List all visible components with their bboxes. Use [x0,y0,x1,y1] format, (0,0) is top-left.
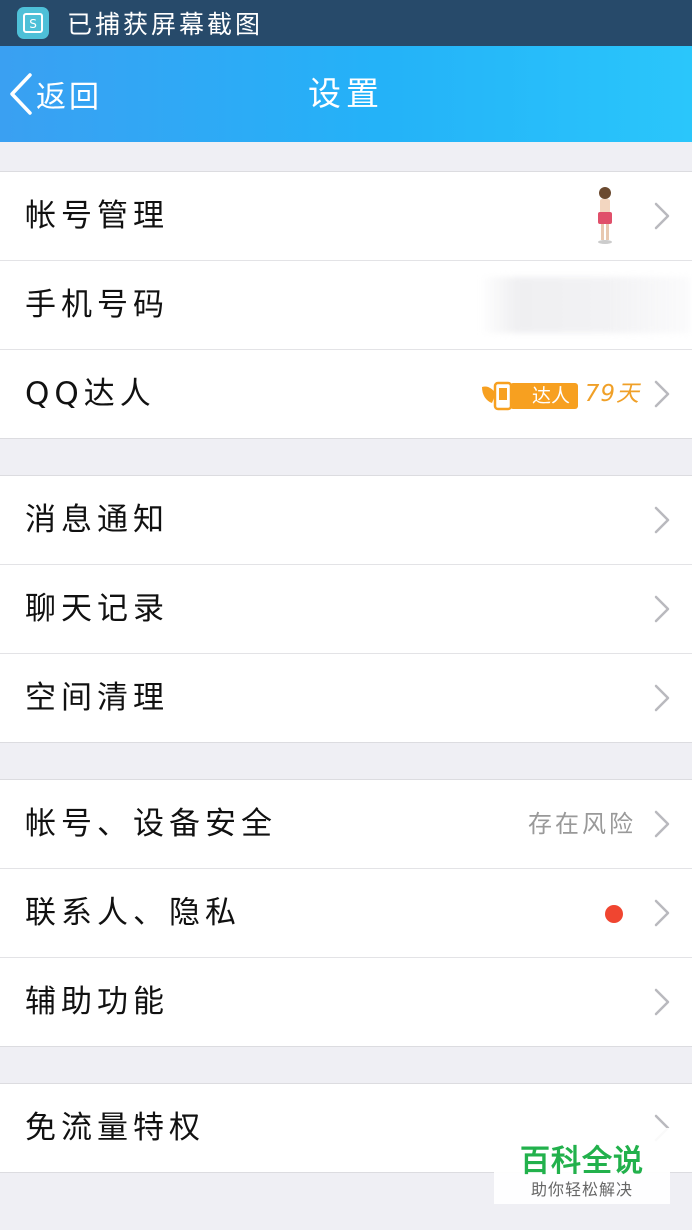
settings-group-security: 帐号、设备安全 存在风险 联系人、隐私 辅助功能 [0,779,692,1047]
blurred-phone-value [480,277,690,333]
chevron-right-icon [654,810,670,838]
nav-bar: 返回 设置 [0,46,692,142]
unread-red-dot [605,905,623,923]
watermark-main-text: 百科全说 [520,1144,644,1179]
page-title: 设置 [308,74,384,113]
risk-status-text: 存在风险 [528,810,636,838]
row-storage-cleanup[interactable]: 空间清理 [0,654,692,742]
row-label: QQ达人 [25,376,156,412]
chevron-right-icon [654,506,670,534]
screenshot-app-icon: S [17,7,49,39]
chevron-right-icon [654,684,670,712]
row-label: 空间清理 [25,680,169,716]
row-account-management[interactable]: 帐号管理 [0,172,692,261]
daren-days-value: 79天 [584,381,640,407]
chevron-right-icon [654,988,670,1016]
row-label: 辅助功能 [25,984,169,1020]
row-label: 免流量特权 [25,1110,205,1146]
status-notification-text: 已捕获屏幕截图 [67,10,264,39]
row-label: 聊天记录 [25,591,169,627]
row-message-notifications[interactable]: 消息通知 [0,476,692,565]
row-accessibility[interactable]: 辅助功能 [0,958,692,1046]
watermark-logo: 百科全说 助你轻松解决 [494,1128,670,1204]
avatar [598,187,612,244]
daren-badge-label: 达人 [509,383,578,409]
chevron-right-icon [654,595,670,623]
status-bar: S 已捕获屏幕截图 [0,0,692,46]
daren-badge: 达人 [478,380,578,412]
watermark-sub-text: 助你轻松解决 [530,1180,633,1199]
row-label: 帐号管理 [25,198,169,234]
row-contacts-privacy[interactable]: 联系人、隐私 [0,869,692,958]
row-account-device-security[interactable]: 帐号、设备安全 存在风险 [0,780,692,869]
settings-group-messages: 消息通知 聊天记录 空间清理 [0,475,692,743]
row-label: 消息通知 [25,502,169,538]
chevron-right-icon [654,380,670,408]
row-chat-history[interactable]: 聊天记录 [0,565,692,654]
row-phone-number[interactable]: 手机号码 [0,261,692,350]
row-qq-daren[interactable]: QQ达人 达人 79天 [0,350,692,438]
row-label: 帐号、设备安全 [25,806,277,842]
chevron-right-icon [654,899,670,927]
svg-text:S: S [29,17,37,31]
row-label: 联系人、隐私 [25,895,241,931]
chevron-right-icon [654,202,670,230]
settings-group-account: 帐号管理 手机号码 QQ达人 达人 79天 [0,171,692,439]
row-label: 手机号码 [25,287,169,323]
